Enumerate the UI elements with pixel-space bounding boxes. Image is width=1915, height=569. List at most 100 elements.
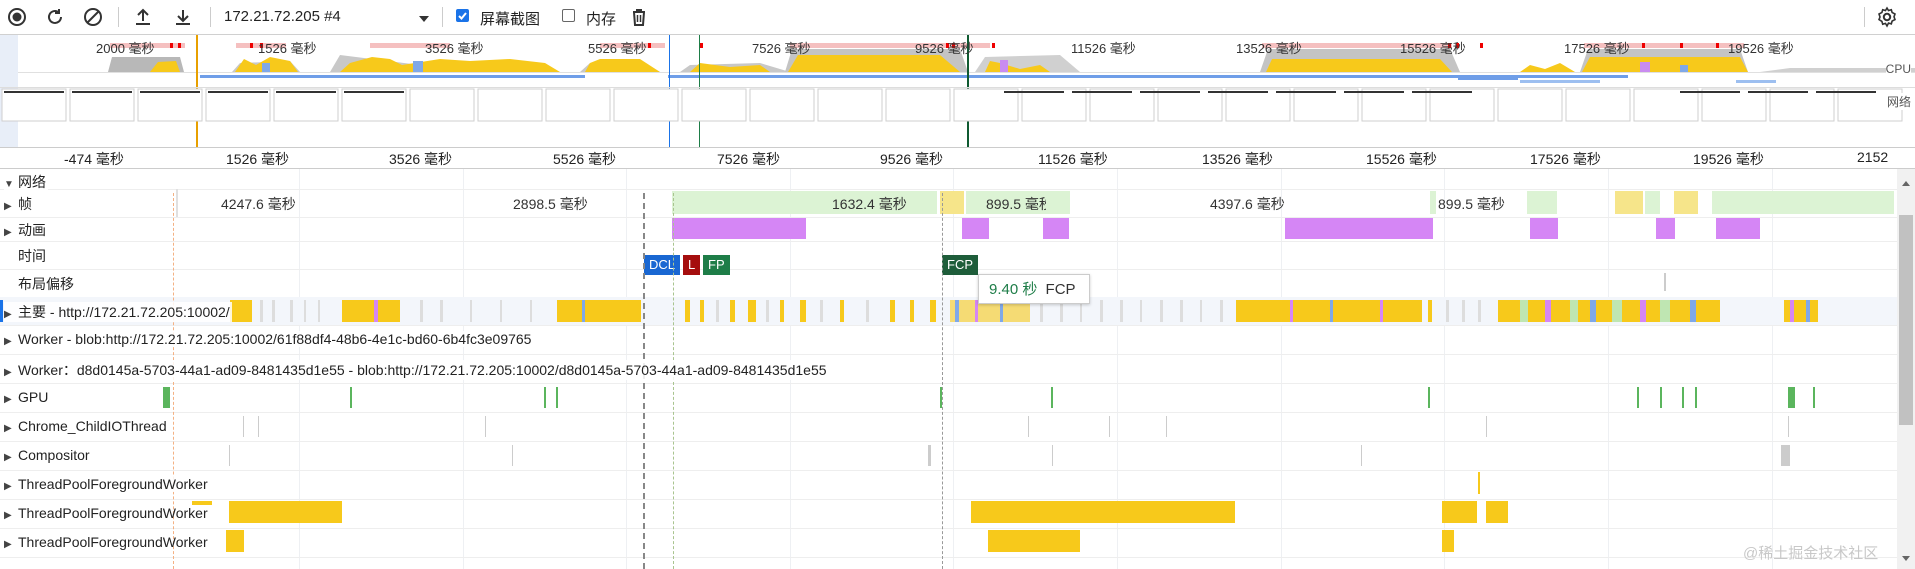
track-worker[interactable]: ▶ Worker：d8d0145a-5703-44a1-ad09-8481435d…: [0, 354, 1897, 384]
screenshots-checkbox[interactable]: [456, 9, 469, 22]
collapsed-triangle-icon[interactable]: ▶: [4, 367, 18, 378]
frame-duration: 899.5 毫秒: [986, 196, 1053, 212]
main-thread-activity: [0, 300, 1818, 322]
overview-time-label: 3526 毫秒: [425, 41, 484, 56]
clear-icon[interactable]: [80, 4, 106, 30]
track-frames[interactable]: ▶ 帧 4247.6 毫秒 2898.5 毫秒 1632.4 毫秒 899.5 毫…: [0, 189, 1897, 218]
scrollbar-thumb[interactable]: [1899, 215, 1913, 425]
cpu-label: CPU: [1885, 62, 1911, 76]
animation-block[interactable]: [1530, 218, 1558, 239]
reload-icon[interactable]: [42, 4, 68, 30]
ruler-tick: 1526 毫秒: [226, 151, 290, 167]
expanded-triangle-icon[interactable]: ▼: [4, 179, 18, 190]
flame-chart[interactable]: ▼ 网络 ▶ 帧 4247.6 毫秒 2898.5 毫秒 1632.4 毫秒 899…: [0, 169, 1897, 569]
collapsed-triangle-icon[interactable]: ▶: [4, 539, 18, 550]
track-gpu[interactable]: ▶ GPU: [0, 383, 1897, 413]
ruler-tick: 15526 毫秒: [1366, 151, 1437, 167]
frame-block[interactable]: [1527, 191, 1557, 214]
overview-time-label: 17526 毫秒: [1564, 41, 1630, 56]
toolbar: 172.21.72.205 #4 屏幕截图 内存: [0, 0, 1915, 35]
network-label: 网络: [1886, 93, 1911, 110]
collapsed-triangle-icon[interactable]: ▶: [4, 309, 18, 320]
frame-block[interactable]: [1712, 191, 1894, 214]
track-label: 布局偏移: [18, 274, 76, 294]
track-main[interactable]: ▶ 主要 - http://172.21.72.205:10002/: [0, 297, 1897, 326]
ruler-tick: 9526 毫秒: [880, 151, 944, 167]
scroll-down-icon[interactable]: [1902, 549, 1910, 565]
overview-time-label: 19526 毫秒: [1728, 41, 1794, 56]
overview-time-label: 11526 毫秒: [1071, 41, 1136, 56]
collapsed-triangle-icon[interactable]: ▶: [4, 510, 18, 521]
overview-time-label: 5526 毫秒: [588, 41, 647, 56]
ruler-tick: 7526 毫秒: [717, 151, 781, 167]
collapsed-triangle-icon[interactable]: ▶: [4, 336, 18, 347]
frame-duration: 899.5 毫秒: [1438, 196, 1505, 212]
track-thread-pool[interactable]: ▶ ThreadPoolForegroundWorker: [0, 499, 1897, 529]
ruler-tick: 17526 毫秒: [1530, 151, 1601, 167]
memory-checkbox[interactable]: [562, 9, 575, 22]
upload-icon[interactable]: [130, 4, 156, 30]
track-thread-pool[interactable]: ▶ ThreadPoolForegroundWorker: [0, 470, 1897, 500]
track-label: 主要 - http://172.21.72.205:10002/: [18, 304, 230, 320]
frame-block[interactable]: [940, 191, 964, 214]
profile-select[interactable]: 172.21.72.205 #4: [224, 8, 341, 25]
screenshots-label: 屏幕截图: [480, 11, 541, 28]
fcp-tooltip: 9.40 秒 FCP: [978, 274, 1090, 304]
settings-icon[interactable]: [1874, 4, 1900, 30]
track-label: 网络: [18, 174, 46, 190]
frame-duration: 4247.6 毫秒: [221, 196, 296, 212]
track-network[interactable]: ▼ 网络: [0, 169, 1897, 192]
animation-block[interactable]: [1656, 218, 1675, 239]
track-thread-pool[interactable]: ▶ ThreadPoolForegroundWorker: [0, 528, 1897, 558]
track-label: GPU: [18, 389, 49, 405]
collapsed-triangle-icon[interactable]: ▶: [4, 227, 18, 238]
overview-time-label: 9526 毫秒: [915, 41, 974, 56]
memory-label: 内存: [586, 11, 617, 28]
watermark: @稀土掘金技术社区: [1743, 545, 1879, 562]
track-child-io-thread[interactable]: ▶ Chrome_ChildIOThread: [0, 412, 1897, 442]
vertical-scrollbar[interactable]: [1897, 169, 1915, 569]
track-layout-shift[interactable]: 布局偏移: [0, 269, 1897, 298]
timeline-overview[interactable]: 2000 毫秒 1526 毫秒 3526 毫秒 5526 毫秒 7526 毫秒 …: [0, 35, 1915, 148]
track-label: Worker - blob:http://172.21.72.205:10002…: [18, 331, 532, 347]
animation-block[interactable]: [1285, 218, 1433, 239]
chevron-down-icon[interactable]: [418, 11, 430, 27]
animation-block[interactable]: [672, 218, 806, 239]
collapsed-triangle-icon[interactable]: ▶: [4, 481, 18, 492]
track-compositor[interactable]: ▶ Compositor: [0, 441, 1897, 471]
ruler-tick: -474 毫秒: [64, 151, 124, 167]
trash-icon[interactable]: [626, 4, 652, 30]
frame-block[interactable]: [1645, 191, 1660, 214]
overview-time-label: 2000 毫秒: [96, 41, 155, 56]
collapsed-triangle-icon[interactable]: ▶: [4, 423, 18, 434]
ruler-tick: 2152: [1857, 149, 1889, 165]
ruler-tick: 5526 毫秒: [553, 151, 617, 167]
download-icon[interactable]: [170, 4, 196, 30]
track-label: ThreadPoolForegroundWorker: [18, 476, 208, 492]
track-label: ThreadPoolForegroundWorker: [18, 534, 208, 550]
animation-block[interactable]: [1716, 218, 1760, 239]
collapsed-triangle-icon[interactable]: ▶: [4, 452, 18, 463]
frame-duration: 4397.6 毫秒: [1210, 196, 1285, 212]
animation-block[interactable]: [1043, 218, 1069, 239]
overview-time-label: 15526 毫秒: [1400, 41, 1466, 56]
frame-block[interactable]: [1674, 191, 1698, 214]
animation-block[interactable]: [962, 218, 989, 239]
ruler-tick: 13526 毫秒: [1202, 151, 1273, 167]
overview-time-label: 13526 毫秒: [1236, 41, 1302, 56]
track-worker[interactable]: ▶ Worker - blob:http://172.21.72.205:1000…: [0, 325, 1897, 355]
ruler-tick: 3526 毫秒: [389, 151, 453, 167]
track-label: ThreadPoolForegroundWorker: [18, 505, 208, 521]
collapsed-triangle-icon[interactable]: ▶: [4, 394, 18, 405]
overview-time-label: 7526 毫秒: [752, 41, 811, 56]
track-label: 动画: [18, 222, 46, 238]
track-animation[interactable]: ▶ 动画: [0, 217, 1897, 242]
ruler-tick: 11526 毫秒: [1038, 151, 1108, 167]
record-icon[interactable]: [4, 4, 30, 30]
collapsed-triangle-icon[interactable]: ▶: [4, 201, 18, 212]
frame-block[interactable]: [1615, 191, 1643, 214]
track-label: Worker：d8d0145a-5703-44a1-ad09-8481435d1…: [18, 362, 827, 378]
track-label: Compositor: [18, 447, 90, 463]
frame-block[interactable]: [1046, 191, 1070, 214]
scroll-up-icon[interactable]: [1902, 173, 1910, 189]
